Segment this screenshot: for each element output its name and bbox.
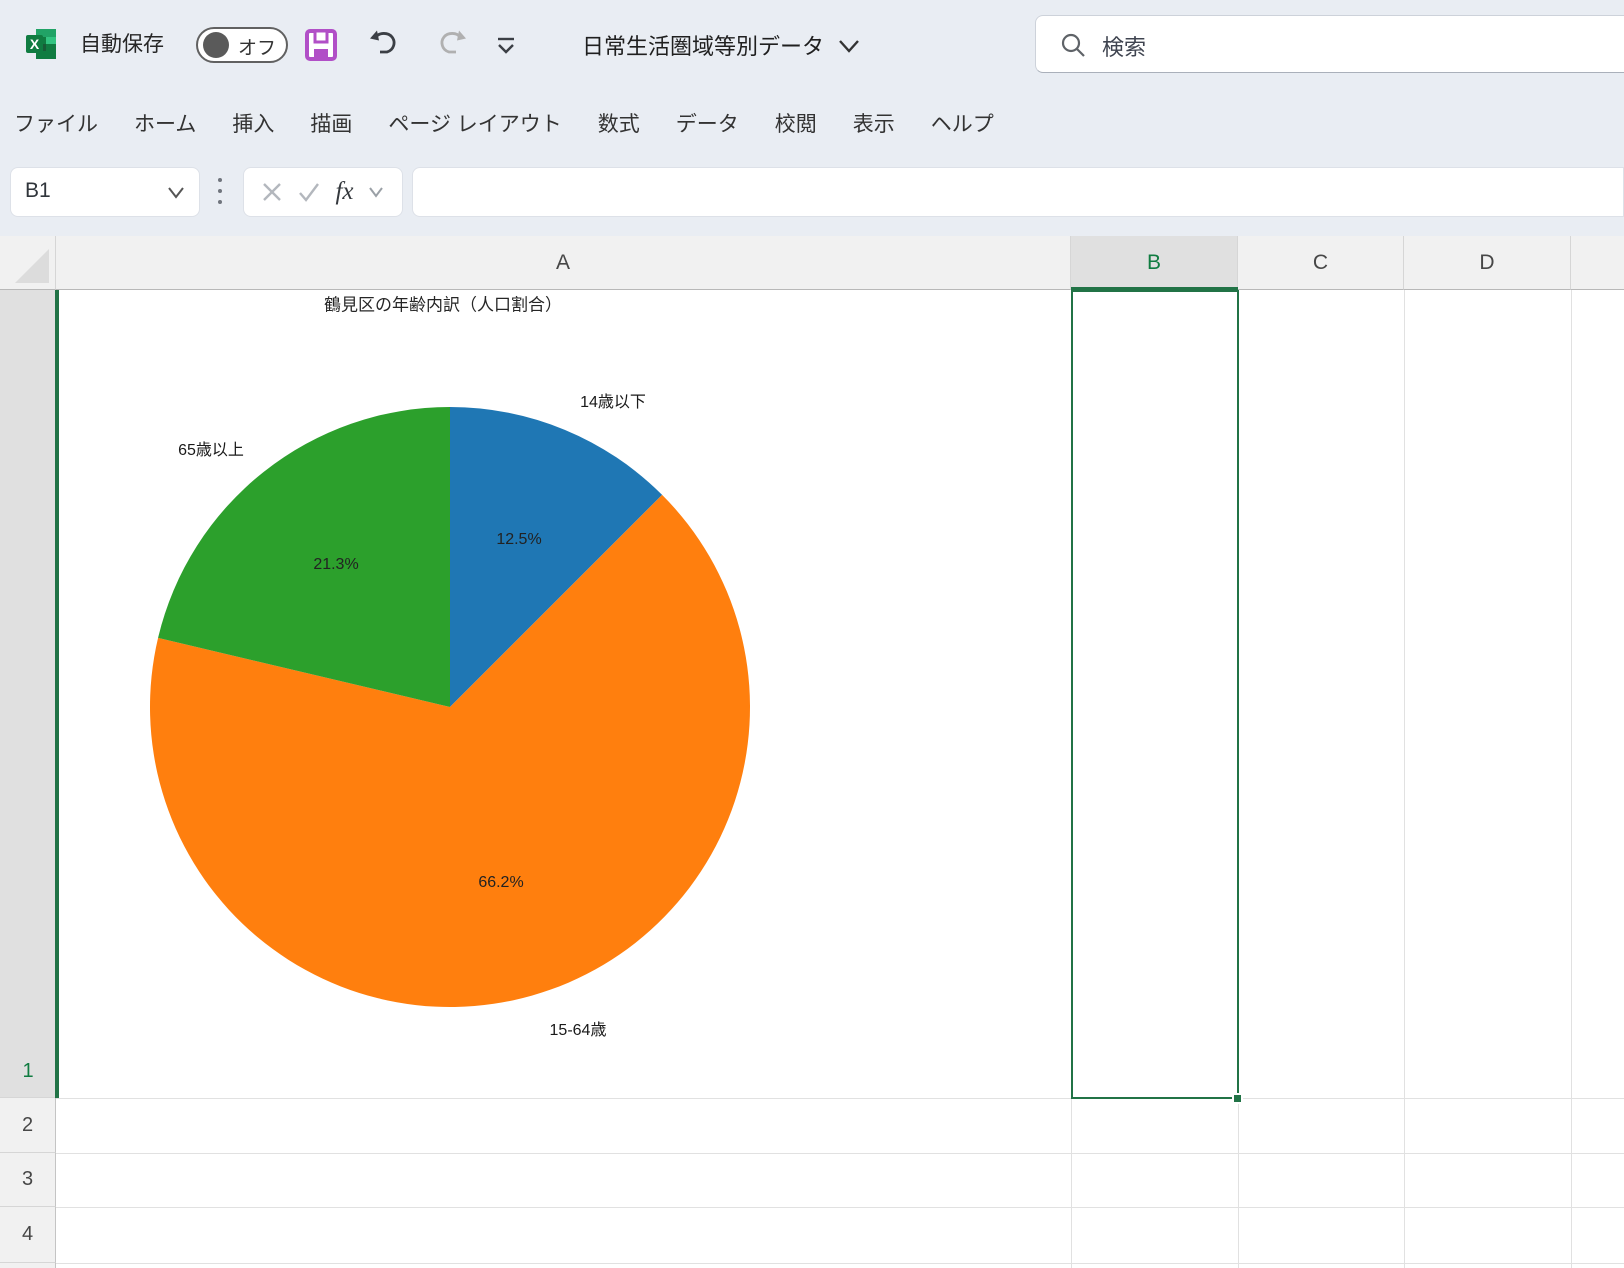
gridline: [56, 1098, 1624, 1099]
column-header-partial[interactable]: [1571, 236, 1624, 290]
workbook-title-chevron-icon[interactable]: [838, 38, 860, 54]
gridline: [56, 1207, 1624, 1208]
selected-cell-b1[interactable]: [1071, 290, 1239, 1099]
pie-slice-label: 14歳以下: [580, 388, 646, 412]
row-header-1[interactable]: 1: [0, 290, 56, 1098]
formula-bar-drag-handle[interactable]: [216, 178, 224, 208]
excel-logo-icon[interactable]: X: [24, 27, 58, 61]
tab-draw[interactable]: 描画: [310, 108, 352, 138]
autosave-label: 自動保存: [80, 31, 164, 59]
select-all-triangle-icon: [15, 249, 49, 283]
tab-review[interactable]: 校閲: [775, 108, 817, 138]
gridline: [56, 1153, 1624, 1154]
tab-view[interactable]: 表示: [853, 108, 895, 138]
tab-home[interactable]: ホーム: [134, 108, 196, 138]
autosave-state-label: オフ: [238, 33, 276, 60]
tab-formulas[interactable]: 数式: [598, 108, 640, 138]
pie-percent-label: 66.2%: [478, 874, 523, 892]
save-icon[interactable]: [304, 28, 338, 62]
name-box[interactable]: B1: [10, 167, 200, 217]
gridline: [1571, 290, 1572, 1268]
column-header-d[interactable]: D: [1404, 236, 1571, 290]
name-box-value: B1: [25, 179, 51, 203]
chart-title: 鶴見区の年齢内訳（人口割合）: [324, 291, 562, 316]
enter-entry-icon[interactable]: [298, 181, 320, 203]
column-header-a[interactable]: A: [56, 236, 1071, 290]
select-all-button[interactable]: [0, 236, 56, 290]
tab-insert[interactable]: 挿入: [232, 108, 274, 138]
formula-bar-input[interactable]: [412, 167, 1624, 217]
fill-handle[interactable]: [1232, 1093, 1243, 1104]
ribbon-tab-bar: ファイル ホーム 挿入 描画 ページ レイアウト 数式 データ 校閲 表示 ヘル…: [14, 90, 994, 156]
tab-page-layout[interactable]: ページ レイアウト: [388, 108, 561, 138]
customize-toolbar-icon[interactable]: [494, 34, 518, 58]
search-icon: [1060, 32, 1086, 58]
name-box-chevron-icon[interactable]: [167, 186, 185, 199]
pie-chart[interactable]: [150, 407, 750, 1007]
insert-function-button[interactable]: fx: [335, 178, 353, 206]
pie-percent-label: 12.5%: [496, 531, 541, 549]
pie-slice-label: 15-64歳: [550, 1016, 607, 1040]
row-header-2[interactable]: 2: [0, 1098, 56, 1153]
autosave-toggle[interactable]: オフ: [196, 27, 288, 63]
undo-icon[interactable]: [366, 28, 400, 62]
column-header-b[interactable]: B: [1071, 236, 1238, 290]
redo-icon[interactable]: [436, 28, 470, 62]
column-header-c[interactable]: C: [1238, 236, 1404, 290]
gridline: [1404, 290, 1405, 1268]
row-header-4[interactable]: 4: [0, 1207, 56, 1263]
function-chevron-icon[interactable]: [368, 186, 384, 198]
pie-percent-label: 21.3%: [313, 556, 358, 574]
search-placeholder: 検索: [1102, 30, 1146, 62]
row-header-3[interactable]: 3: [0, 1153, 56, 1207]
tab-data[interactable]: データ: [676, 108, 739, 138]
tab-file[interactable]: ファイル: [14, 108, 98, 138]
app-chrome: X 自動保存 オフ 日常生活圏域等別データ 検索 ファイル ホーム 挿入: [0, 0, 1624, 236]
row-header-partial[interactable]: [0, 1263, 56, 1268]
workbook-title[interactable]: 日常生活圏域等別データ: [582, 29, 824, 61]
toggle-knob: [203, 32, 229, 58]
svg-text:X: X: [30, 36, 40, 52]
pie-slice-label: 65歳以上: [178, 436, 244, 460]
selected-row-accent: [55, 290, 59, 1098]
search-input[interactable]: 検索: [1035, 15, 1624, 73]
cancel-entry-icon[interactable]: [261, 181, 283, 203]
tab-help[interactable]: ヘルプ: [931, 108, 994, 138]
gridline: [56, 1263, 1624, 1264]
formula-button-group: fx: [243, 167, 403, 217]
